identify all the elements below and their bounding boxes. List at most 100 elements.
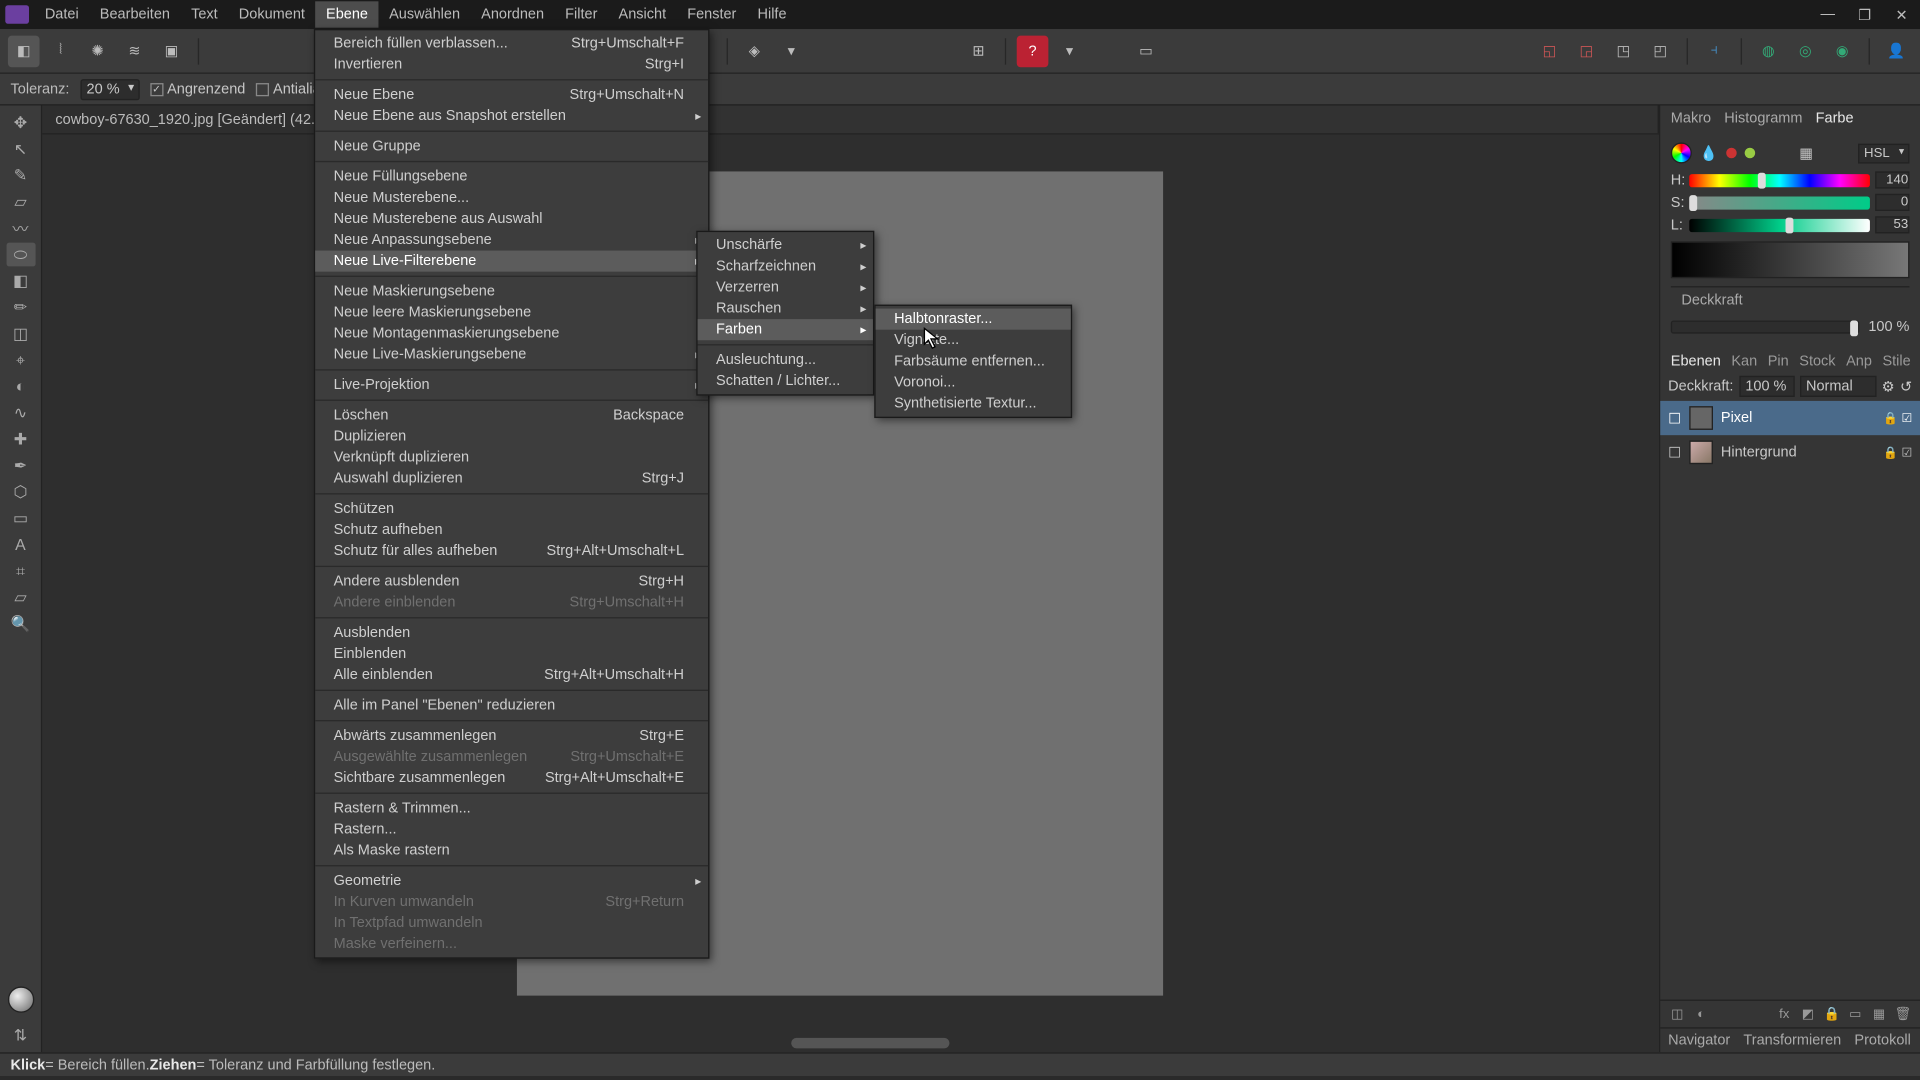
menu-text[interactable]: Text [181, 1, 229, 27]
menu-auswählen[interactable]: Auswählen [379, 1, 471, 27]
menu-item[interactable]: Neue Füllungsebene [315, 166, 708, 187]
snapshot-b-icon[interactable]: ◎ [1789, 35, 1821, 67]
text-tool-icon[interactable]: A [6, 533, 35, 557]
move-tool-icon[interactable]: ↖ [6, 137, 35, 161]
persona-photo-icon[interactable]: ◧ [8, 35, 40, 67]
panel-tab-histogramm[interactable]: Histogramm [1724, 111, 1802, 127]
add-layer-icon[interactable]: ▦ [1870, 1005, 1888, 1023]
layer-tab-ebenen[interactable]: Ebenen [1671, 353, 1721, 369]
lum-slider[interactable] [1689, 218, 1870, 231]
visibility-icon[interactable]: ☐ [1668, 409, 1681, 426]
persona-liquify-icon[interactable]: ⦚ [45, 35, 77, 67]
chevron-down-icon[interactable]: ▾ [1054, 35, 1086, 67]
menu-datei[interactable]: Datei [34, 1, 89, 27]
chevron-down-icon[interactable]: ▾ [775, 35, 807, 67]
layer-tab-stile[interactable]: Stile [1882, 353, 1910, 369]
layer-row[interactable]: ☐Pixel🔒 ☑ [1660, 401, 1920, 435]
contiguous-checkbox[interactable]: ✓Angrenzend [150, 81, 245, 97]
layer-tab-stock[interactable]: Stock [1799, 353, 1835, 369]
color-wheel-icon[interactable] [1671, 142, 1692, 163]
quickmask-icon[interactable]: ◈ [738, 35, 770, 67]
menu-item[interactable]: Alle einblendenStrg+Alt+Umschalt+H [315, 665, 708, 686]
menu-ebene[interactable]: Ebene [315, 1, 378, 27]
hue-slider[interactable] [1689, 173, 1870, 186]
menu-item[interactable]: Auswahl duplizierenStrg+J [315, 468, 708, 489]
menu-anordnen[interactable]: Anordnen [471, 1, 555, 27]
menu-item[interactable]: Neue Ebene aus Snapshot erstellen [315, 105, 708, 126]
ebene-menu[interactable]: Bereich füllen verblassen...Strg+Umschal… [314, 29, 709, 959]
blend-mode-dropdown[interactable]: Normal [1799, 376, 1876, 397]
menu-item[interactable]: Schützen [315, 498, 708, 519]
lock-icon[interactable]: 🔒 ☑ [1883, 411, 1912, 426]
menu-item[interactable]: Neue leere Maskierungsebene [315, 302, 708, 323]
mask-icon[interactable]: ◫ [1668, 1005, 1686, 1023]
menu-item[interactable]: Einblenden [315, 644, 708, 665]
menu-item[interactable]: Rastern... [315, 819, 708, 840]
panel-tab-protokoll[interactable]: Protokoll [1854, 1033, 1910, 1049]
menu-ansicht[interactable]: Ansicht [608, 1, 677, 27]
arrange-outside-icon[interactable]: ◰ [1644, 35, 1676, 67]
grid-icon[interactable]: ⊞ [963, 35, 995, 67]
arrange-front-icon[interactable]: ◲ [1571, 35, 1603, 67]
lock-icon[interactable]: 🔒 ☑ [1883, 445, 1912, 460]
align-icon[interactable]: ⫞ [1698, 35, 1730, 67]
record-icon[interactable]: ▭ [1130, 35, 1162, 67]
sat-slider[interactable] [1689, 196, 1870, 209]
farben-submenu[interactable]: Halbtonraster...Vignette...Farbsäume ent… [874, 305, 1072, 418]
gear-icon[interactable]: ⚙ [1882, 378, 1895, 395]
menu-hilfe[interactable]: Hilfe [747, 1, 797, 27]
clone-brush-icon[interactable]: ⌖ [6, 348, 35, 372]
color-swatch[interactable] [7, 986, 33, 1012]
menu-item[interactable]: Neue Gruppe [315, 136, 708, 157]
zoom-tool-icon[interactable]: 🔍 [6, 612, 35, 636]
panel-tab-transformieren[interactable]: Transformieren [1743, 1033, 1841, 1049]
mesh-warp-icon[interactable]: ⌗ [6, 559, 35, 583]
menu-item[interactable]: Abwärts zusammenlegenStrg+E [315, 725, 708, 746]
view-tool-icon[interactable]: ✥ [6, 111, 35, 135]
lock-icon[interactable]: 🔒 [1822, 1005, 1840, 1023]
persona-export-icon[interactable]: ▣ [156, 35, 188, 67]
menu-item[interactable]: Farbsäume entfernen... [876, 351, 1071, 372]
minimize-button[interactable]: — [1809, 0, 1846, 29]
visibility-icon[interactable]: ☐ [1668, 444, 1681, 461]
paint-brush-icon[interactable]: ✏ [6, 295, 35, 319]
menu-item[interactable]: Voronoi... [876, 372, 1071, 393]
tolerance-dropdown[interactable]: 20 % [80, 78, 139, 99]
menu-item[interactable]: Neue Anpassungsebene [315, 229, 708, 250]
menu-bearbeiten[interactable]: Bearbeiten [89, 1, 180, 27]
menu-item[interactable]: Neue Musterebene aus Auswahl [315, 208, 708, 229]
color-mode-dropdown[interactable]: HSL [1857, 143, 1909, 163]
menu-dokument[interactable]: Dokument [228, 1, 315, 27]
perspective-icon[interactable]: ▱ [6, 586, 35, 610]
dodge-brush-icon[interactable]: ◐ [6, 375, 35, 399]
menu-fenster[interactable]: Fenster [677, 1, 747, 27]
help-icon[interactable]: ? [1017, 35, 1049, 67]
panel-tab-makro[interactable]: Makro [1671, 111, 1711, 127]
close-button[interactable]: ✕ [1883, 0, 1920, 29]
layer-tab-kan[interactable]: Kan [1731, 353, 1757, 369]
selection-brush-icon[interactable]: 〰 [6, 216, 35, 240]
menu-item[interactable]: Neue Live-Filterebene [315, 251, 708, 272]
opacity-grid-icon[interactable]: ▦ [1799, 144, 1813, 161]
menu-item[interactable]: Neue Musterebene... [315, 187, 708, 208]
healing-brush-icon[interactable]: ✚ [6, 427, 35, 451]
menu-item[interactable]: Verknüpft duplizieren [315, 447, 708, 468]
gradient-tool-icon[interactable]: ◧ [6, 269, 35, 293]
erase-brush-icon[interactable]: ◫ [6, 322, 35, 346]
pen-tool-icon[interactable]: ✒ [6, 454, 35, 478]
snapshot-c-icon[interactable]: ◉ [1826, 35, 1858, 67]
menu-item[interactable]: Live-Projektion [315, 375, 708, 396]
maximize-button[interactable]: ❐ [1846, 0, 1883, 29]
live-filter-submenu[interactable]: UnschärfeScharfzeichnenVerzerrenRauschen… [696, 231, 874, 396]
arrange-back-icon[interactable]: ◱ [1534, 35, 1566, 67]
menu-item[interactable]: Duplizieren [315, 426, 708, 447]
menu-item[interactable]: Als Maske rastern [315, 840, 708, 861]
menu-item[interactable]: Halbtonraster... [876, 309, 1071, 330]
hue-input[interactable] [1875, 171, 1909, 188]
menu-item[interactable]: Scharfzeichnen [698, 256, 873, 277]
menu-item[interactable]: Neue Live-Maskierungsebene [315, 344, 708, 365]
menu-item[interactable]: Geometrie [315, 870, 708, 891]
layer-tab-pin[interactable]: Pin [1768, 353, 1789, 369]
crop-layer-icon[interactable]: ◩ [1799, 1005, 1817, 1023]
layer-tab-anp[interactable]: Anp [1846, 353, 1872, 369]
